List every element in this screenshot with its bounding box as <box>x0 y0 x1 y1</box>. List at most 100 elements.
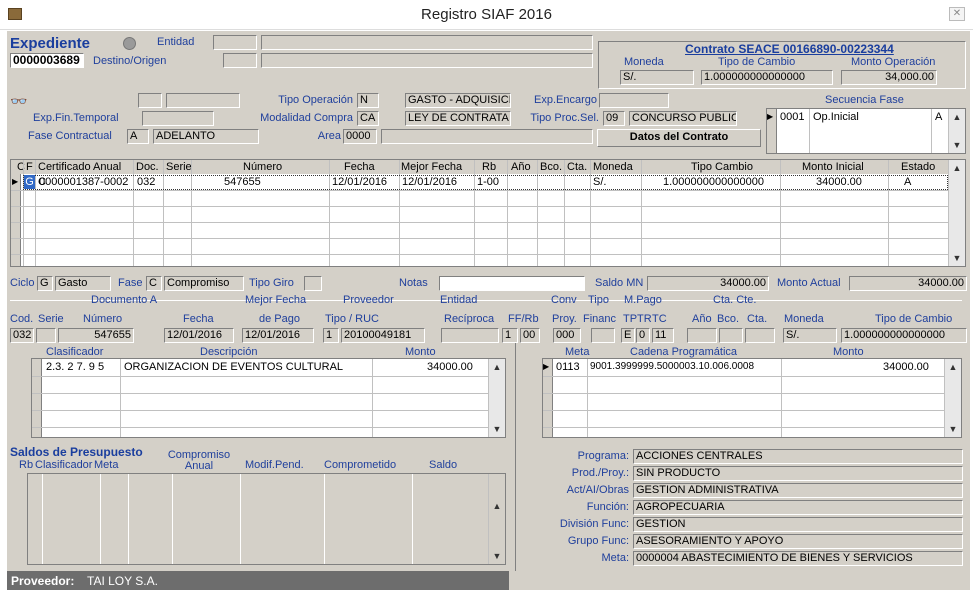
meta-field[interactable]: 0000004 ABASTECIMIENTO DE BIENES Y SERVI… <box>633 551 963 566</box>
ciclo-field[interactable]: Gasto <box>55 276 111 291</box>
doc-tipo-field[interactable]: 1 <box>323 328 339 343</box>
cell-tipo-cambio[interactable]: 1.000000000000000 <box>663 175 764 189</box>
tipo-proc-code-field[interactable]: 09 <box>603 111 625 126</box>
meta-code[interactable]: 0113 <box>556 360 580 374</box>
doc-cod-field[interactable]: 032 <box>10 328 34 343</box>
doc-de-pago-field[interactable]: 12/01/2016 <box>242 328 314 343</box>
fase-field[interactable]: Compromiso <box>164 276 244 291</box>
clasificador-code[interactable]: 2.3. 2 7. 9 5 <box>46 360 104 374</box>
col-serie: Serie <box>166 161 192 173</box>
doc-ff-field[interactable]: 1 <box>502 328 518 343</box>
fase-contractual-code-field[interactable]: A <box>127 129 149 144</box>
doc-tipo-cambio-field[interactable]: 1.000000000000000 <box>841 328 967 343</box>
meta-cadena[interactable]: 9001.3999999.5000003.10.006.0008 <box>590 360 754 374</box>
scroll-up-icon[interactable]: ▲ <box>949 160 965 176</box>
saldos-scrollbar[interactable]: ▲ ▼ <box>488 474 505 564</box>
funcion-field[interactable]: AGROPECUARIA <box>633 500 963 515</box>
ciclo-code-field[interactable]: G <box>37 276 53 291</box>
expediente-number-field[interactable]: 0000003689 <box>10 53 84 68</box>
doc-tc-field[interactable]: 11 <box>652 328 674 343</box>
fase-code-field[interactable]: C <box>146 276 162 291</box>
serie-label: Serie <box>38 313 64 325</box>
secuencia-state[interactable]: A <box>935 110 942 124</box>
cell-cert[interactable]: 0000001387-0002 <box>39 175 128 189</box>
modalidad-field[interactable]: LEY DE CONTRATA <box>405 111 511 126</box>
doc-financ-field[interactable] <box>591 328 615 343</box>
doc-bco-field[interactable] <box>719 328 743 343</box>
fase-contractual-field[interactable]: ADELANTO <box>153 129 259 144</box>
scroll-down-icon[interactable]: ▼ <box>489 421 505 437</box>
entidad-code-field[interactable] <box>213 35 257 50</box>
area-code-field[interactable]: 0000 <box>343 129 377 144</box>
doc-proy-field[interactable]: 000 <box>553 328 581 343</box>
binoculars-icon[interactable]: 👓 <box>10 93 28 109</box>
scroll-up-icon[interactable]: ▲ <box>489 498 505 514</box>
scroll-down-icon[interactable]: ▼ <box>949 250 965 266</box>
clasificador-monto[interactable]: 34000.00 <box>427 360 473 374</box>
main-grid-scrollbar[interactable]: ▲ ▼ <box>948 160 965 266</box>
scroll-up-icon[interactable]: ▲ <box>489 359 505 375</box>
clasificador-scrollbar[interactable]: ▲ ▼ <box>488 359 505 437</box>
cell-fecha[interactable]: 12/01/2016 <box>332 175 387 189</box>
doc-serie-field[interactable] <box>36 328 56 343</box>
doc-reciproca-field[interactable] <box>441 328 499 343</box>
entidad-name-field[interactable] <box>261 35 593 50</box>
saldo-mn-field[interactable]: 34000.00 <box>647 276 769 291</box>
scroll-down-icon[interactable]: ▼ <box>945 421 961 437</box>
tipo-operacion-code-field[interactable]: N <box>357 93 379 108</box>
grupo-func-field[interactable]: ASESORAMIENTO Y APOYO <box>633 534 963 549</box>
act-ai-obras-field[interactable]: GESTION ADMINISTRATIVA <box>633 483 963 498</box>
cell-monto[interactable]: 34000.00 <box>816 175 862 189</box>
modalidad-code-field[interactable]: CA <box>357 111 379 126</box>
doc-ruc-field[interactable]: 20100049181 <box>341 328 425 343</box>
destino-code-field[interactable] <box>223 53 257 68</box>
scroll-up-icon[interactable]: ▲ <box>949 109 965 125</box>
area-name-field[interactable] <box>381 129 593 144</box>
doc-tr-field[interactable]: 0 <box>636 328 650 343</box>
doc-moneda-field[interactable]: S/. <box>783 328 837 343</box>
prod-proy-field[interactable]: SIN PRODUCTO <box>633 466 963 481</box>
destino-name-field[interactable] <box>261 53 593 68</box>
scroll-up-icon[interactable]: ▲ <box>945 359 961 375</box>
tipo-proc-field[interactable]: CONCURSO PUBLIC <box>629 111 737 126</box>
scroll-down-icon[interactable]: ▼ <box>949 137 965 153</box>
division-func-field[interactable]: GESTION <box>633 517 963 532</box>
doc-cta-field[interactable] <box>745 328 775 343</box>
secuencia-code[interactable]: 0001 <box>780 110 804 124</box>
doc-numero-field[interactable]: 547655 <box>58 328 134 343</box>
bco-label: Bco. <box>717 313 740 325</box>
datos-contrato-button[interactable]: Datos del Contrato <box>597 129 761 147</box>
scroll-down-icon[interactable]: ▼ <box>489 548 505 564</box>
contrato-tipo-cambio-field[interactable]: 1.000000000000000 <box>701 70 833 85</box>
secuencia-desc[interactable]: Op.Inicial <box>813 110 859 124</box>
doc-ano-field[interactable] <box>687 328 717 343</box>
cell-c[interactable]: G <box>24 175 35 189</box>
cell-mejor-fecha[interactable]: 12/01/2016 <box>402 175 457 189</box>
cell-estado[interactable]: A <box>904 175 911 189</box>
meta-monto[interactable]: 34000.00 <box>883 360 929 374</box>
tipo-giro-field[interactable] <box>304 276 322 291</box>
cell-rb[interactable]: 1-00 <box>477 175 499 189</box>
secuencia-scrollbar[interactable]: ▲ ▼ <box>948 109 965 153</box>
doc-fecha-field[interactable]: 12/01/2016 <box>164 328 234 343</box>
cell-numero[interactable]: 547655 <box>224 175 261 189</box>
contrato-moneda-field[interactable]: S/. <box>620 70 694 85</box>
doc-tp-field[interactable]: E <box>621 328 635 343</box>
meta-scrollbar[interactable]: ▲ ▼ <box>944 359 961 437</box>
exp-encargo-field[interactable] <box>599 93 669 108</box>
clasificador-desc[interactable]: ORGANIZACION DE EVENTOS CULTURAL <box>124 360 343 374</box>
meta-header: Meta <box>565 346 590 358</box>
contrato-title[interactable]: Contrato SEACE 00166890-00223344 <box>685 42 894 56</box>
notas-field[interactable] <box>439 276 585 291</box>
monto-actual-field[interactable]: 34000.00 <box>849 276 967 291</box>
exp-fin-temporal-field[interactable] <box>142 111 214 126</box>
cell-moneda[interactable]: S/. <box>593 175 606 189</box>
close-button[interactable]: ✕ <box>949 7 965 21</box>
tipo-operacion-field[interactable]: GASTO - ADQUISICI <box>405 93 511 108</box>
op-small-field[interactable] <box>138 93 162 108</box>
op-small-field-2[interactable] <box>166 93 240 108</box>
cell-doc[interactable]: 032 <box>137 175 155 189</box>
doc-rb-field[interactable]: 00 <box>520 328 540 343</box>
programa-field[interactable]: ACCIONES CENTRALES <box>633 449 963 464</box>
contrato-monto-field[interactable]: 34,000.00 <box>841 70 937 85</box>
